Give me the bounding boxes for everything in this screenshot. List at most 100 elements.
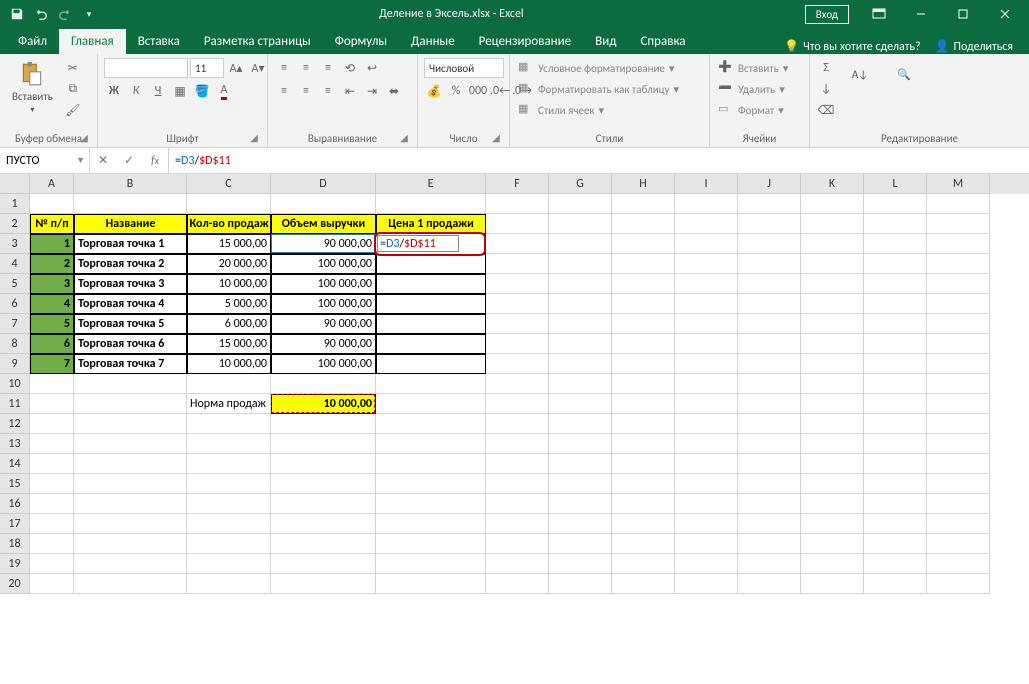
cell[interactable] — [675, 494, 738, 514]
cell[interactable] — [376, 414, 486, 434]
cell[interactable] — [376, 274, 486, 294]
cell[interactable] — [30, 554, 74, 574]
row-header-19[interactable]: 19 — [0, 554, 30, 574]
cell[interactable] — [187, 554, 271, 574]
align-center-icon[interactable]: ≡ — [296, 81, 316, 101]
cell[interactable] — [549, 334, 612, 354]
cell[interactable] — [612, 534, 675, 554]
cell[interactable] — [927, 514, 990, 534]
cell[interactable] — [675, 374, 738, 394]
save-icon[interactable] — [8, 5, 26, 23]
cell[interactable] — [30, 194, 74, 214]
cell[interactable] — [864, 294, 927, 314]
cell[interactable] — [486, 494, 549, 514]
decrease-font-icon[interactable]: A▾ — [248, 58, 268, 78]
row-header-10[interactable]: 10 — [0, 374, 30, 394]
cell[interactable] — [271, 434, 376, 454]
cell[interactable] — [801, 514, 864, 534]
cell[interactable] — [927, 494, 990, 514]
cell[interactable]: Торговая точка 5 — [74, 314, 187, 334]
align-bottom-icon[interactable]: ≡ — [318, 58, 338, 78]
cell[interactable] — [927, 394, 990, 414]
cell[interactable]: 4 — [30, 294, 74, 314]
dialog-launcher-icon[interactable]: ◢ — [397, 131, 411, 145]
cell[interactable] — [738, 194, 801, 214]
cell[interactable] — [486, 474, 549, 494]
cell[interactable] — [801, 554, 864, 574]
cell[interactable] — [376, 374, 486, 394]
cell[interactable] — [376, 434, 486, 454]
conditional-formatting-button[interactable]: ▦Условное форматирование ▾ — [516, 58, 681, 78]
find-select-button[interactable]: 🔍 — [884, 58, 924, 90]
row-header-3[interactable]: 3 — [0, 234, 30, 254]
cell[interactable] — [927, 354, 990, 374]
cell-editor[interactable]: =D3/$D$11 — [377, 235, 459, 252]
cell[interactable] — [486, 214, 549, 234]
row-header-14[interactable]: 14 — [0, 454, 30, 474]
cell[interactable] — [612, 574, 675, 594]
cell[interactable]: Торговая точка 2 — [74, 254, 187, 274]
cell[interactable]: Цена 1 продажи — [376, 214, 486, 234]
increase-indent-icon[interactable]: ⇥ — [362, 81, 382, 101]
cell[interactable]: 10 000,00 — [187, 274, 271, 294]
cell[interactable] — [612, 194, 675, 214]
cell[interactable] — [187, 574, 271, 594]
cell[interactable] — [927, 294, 990, 314]
row-header-12[interactable]: 12 — [0, 414, 30, 434]
col-header-F[interactable]: F — [486, 174, 549, 194]
paste-button[interactable]: Вставить▾ — [6, 58, 59, 117]
cell[interactable] — [738, 434, 801, 454]
wrap-text-icon[interactable]: ↩ — [362, 58, 382, 78]
cell[interactable] — [376, 534, 486, 554]
cell[interactable] — [376, 574, 486, 594]
cell[interactable] — [927, 554, 990, 574]
cell[interactable] — [486, 314, 549, 334]
font-name-combo[interactable] — [104, 58, 188, 78]
cell[interactable]: 100 000,00 — [271, 274, 376, 294]
border-icon[interactable]: ▦ — [170, 81, 190, 101]
cell[interactable] — [927, 434, 990, 454]
cell[interactable]: № п/п — [30, 214, 74, 234]
cell[interactable] — [74, 474, 187, 494]
cell[interactable] — [187, 474, 271, 494]
cell[interactable] — [675, 254, 738, 274]
cell[interactable]: 100 000,00 — [271, 354, 376, 374]
cell[interactable] — [612, 474, 675, 494]
cell[interactable] — [271, 554, 376, 574]
tab-вставка[interactable]: Вставка — [126, 29, 192, 54]
col-header-B[interactable]: B — [74, 174, 187, 194]
cell[interactable] — [376, 454, 486, 474]
cell[interactable]: Торговая точка 4 — [74, 294, 187, 314]
cell[interactable] — [801, 214, 864, 234]
row-header-17[interactable]: 17 — [0, 514, 30, 534]
cell[interactable] — [486, 574, 549, 594]
cell[interactable]: 90 000,00 — [271, 334, 376, 354]
cell[interactable] — [675, 194, 738, 214]
cell[interactable] — [376, 314, 486, 334]
login-button[interactable]: Вход — [805, 5, 849, 24]
row-header-8[interactable]: 8 — [0, 334, 30, 354]
cell[interactable] — [74, 454, 187, 474]
cell[interactable] — [612, 234, 675, 254]
cell[interactable] — [612, 354, 675, 374]
ribbon-display-icon[interactable] — [859, 2, 899, 26]
cell[interactable] — [801, 274, 864, 294]
tab-вид[interactable]: Вид — [583, 29, 628, 54]
formula-input[interactable]: =D3/$D$11 — [169, 148, 1029, 173]
cell[interactable] — [801, 314, 864, 334]
cell[interactable] — [612, 214, 675, 234]
cell[interactable] — [376, 334, 486, 354]
cell[interactable] — [927, 374, 990, 394]
cell[interactable] — [271, 574, 376, 594]
cell[interactable]: 10 000,00 — [187, 354, 271, 374]
cell[interactable] — [271, 414, 376, 434]
col-header-G[interactable]: G — [549, 174, 612, 194]
cell[interactable] — [187, 374, 271, 394]
cell[interactable] — [486, 294, 549, 314]
col-header-A[interactable]: A — [30, 174, 74, 194]
cell[interactable] — [30, 414, 74, 434]
cell[interactable] — [486, 354, 549, 374]
row-header-7[interactable]: 7 — [0, 314, 30, 334]
cell[interactable] — [549, 354, 612, 374]
cell[interactable] — [738, 214, 801, 234]
